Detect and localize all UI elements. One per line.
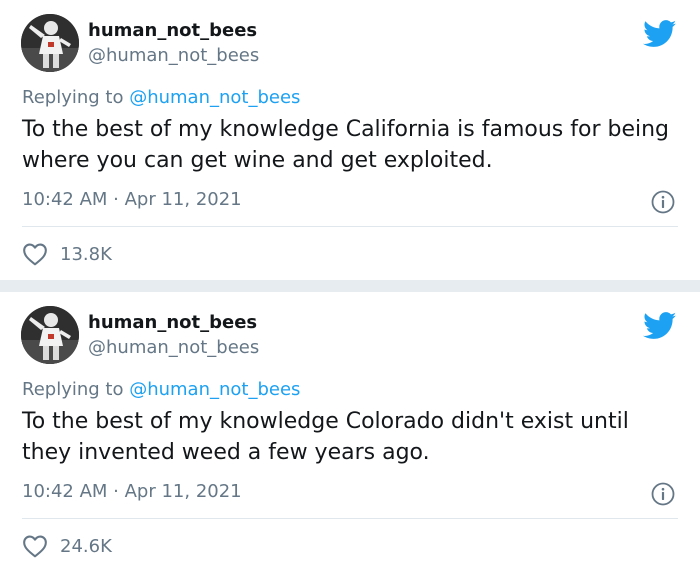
reply-context: Replying to @human_not_bees	[22, 379, 300, 400]
divider	[22, 518, 678, 519]
tweet-text: To the best of my knowledge California i…	[22, 117, 670, 173]
reply-mention-link[interactable]: @human_not_bees	[129, 379, 300, 400]
like-action[interactable]: 24.6K	[22, 533, 112, 559]
divider	[22, 226, 678, 227]
heart-icon[interactable]	[22, 534, 48, 558]
reply-prefix: Replying to	[22, 379, 130, 400]
author-name[interactable]: human_not_bees	[88, 312, 257, 333]
tweet-card: human_not_bees @human_not_bees Replying …	[0, 292, 700, 572]
author-name[interactable]: human_not_bees	[88, 20, 257, 41]
like-action[interactable]: 13.8K	[22, 241, 112, 267]
tweet-text: To the best of my knowledge Colorado did…	[22, 409, 629, 465]
author-handle[interactable]: @human_not_bees	[88, 337, 259, 358]
reply-context: Replying to @human_not_bees	[22, 87, 300, 108]
avatar[interactable]	[21, 306, 79, 364]
twitter-bird-icon[interactable]	[643, 20, 677, 48]
twitter-bird-icon[interactable]	[643, 312, 677, 340]
info-icon[interactable]	[651, 190, 675, 214]
tweet-timestamp[interactable]: 10:42 AM · Apr 11, 2021	[22, 189, 242, 210]
info-icon[interactable]	[651, 482, 675, 506]
reply-prefix: Replying to	[22, 87, 130, 108]
like-count: 24.6K	[60, 535, 112, 557]
heart-icon[interactable]	[22, 242, 48, 266]
like-count: 13.8K	[60, 243, 112, 265]
avatar[interactable]	[21, 14, 79, 72]
tweet-card: human_not_bees @human_not_bees Replying …	[0, 0, 700, 280]
tweet-timestamp[interactable]: 10:42 AM · Apr 11, 2021	[22, 481, 242, 502]
author-handle[interactable]: @human_not_bees	[88, 45, 259, 66]
reply-mention-link[interactable]: @human_not_bees	[129, 87, 300, 108]
tweet-separator	[0, 280, 700, 292]
